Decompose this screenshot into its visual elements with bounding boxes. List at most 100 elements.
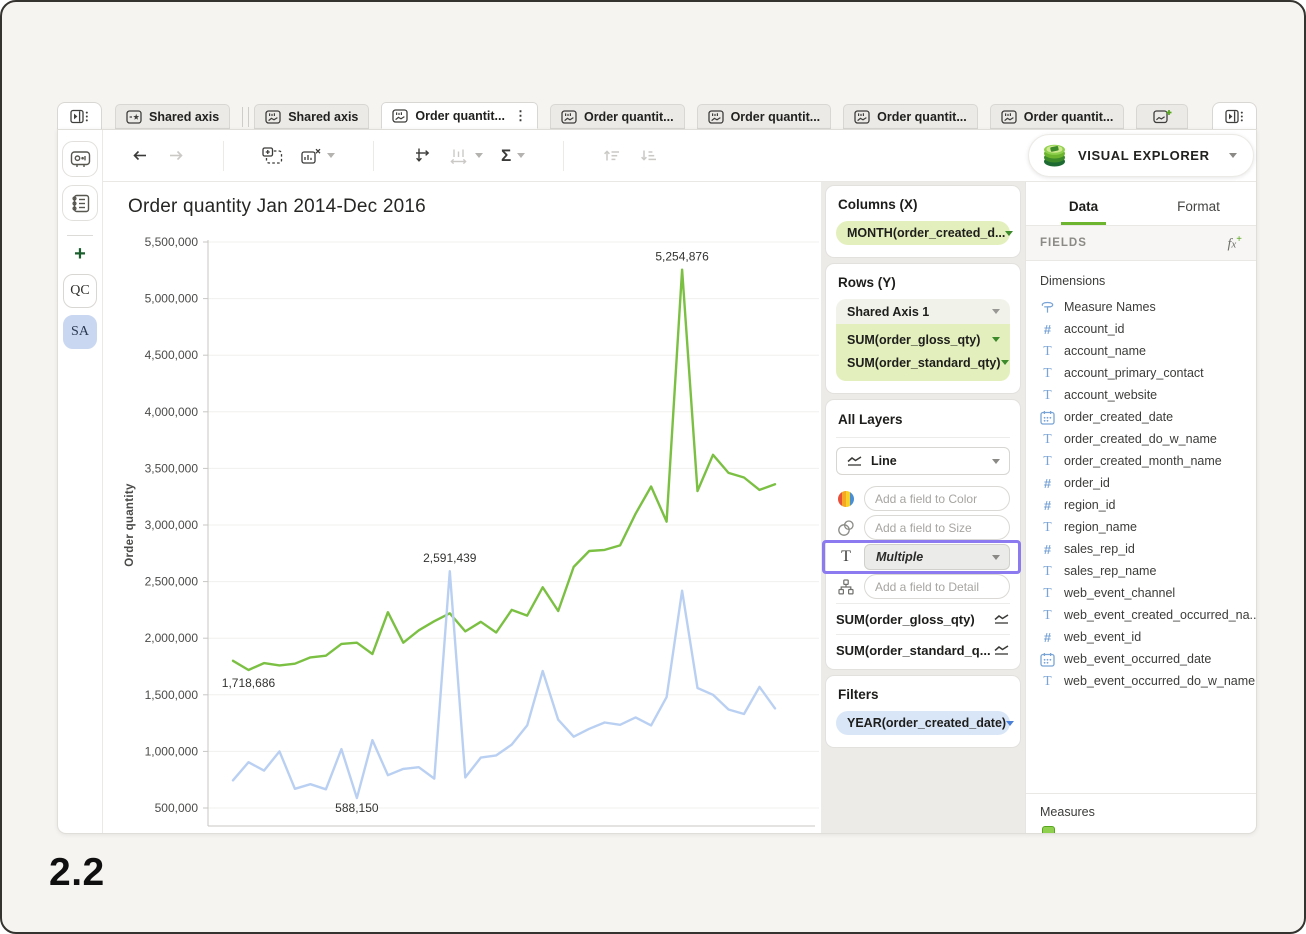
pill-label: SUM(order_gloss_qty) bbox=[847, 333, 980, 347]
add-calculated-field-button[interactable]: fx+ bbox=[1228, 234, 1242, 253]
chevron-down-icon bbox=[992, 555, 1000, 560]
chart-sheet-icon bbox=[1001, 110, 1017, 124]
svg-text:5,254,876: 5,254,876 bbox=[655, 250, 709, 264]
text-icon: T bbox=[1040, 563, 1055, 579]
add-button[interactable]: + bbox=[74, 244, 86, 264]
notebook-button[interactable] bbox=[62, 185, 98, 221]
layer-row-sum-order-standard-qty[interactable]: SUM(order_standard_q... bbox=[836, 634, 1010, 665]
svg-text:500,000: 500,000 bbox=[155, 801, 199, 815]
svg-text:2,591,439: 2,591,439 bbox=[423, 551, 477, 565]
number-icon: # bbox=[1040, 498, 1055, 513]
field-web-event-occurred-do-w-name[interactable]: Tweb_event_occurred_do_w_name bbox=[1040, 670, 1248, 692]
field-account-name[interactable]: Taccount_name bbox=[1040, 340, 1248, 362]
sheet-tab-order-quantit--3[interactable]: Order quantit... bbox=[550, 104, 685, 129]
field-account-website[interactable]: Taccount_website bbox=[1040, 384, 1248, 406]
display-icon bbox=[70, 150, 91, 169]
chevron-down-icon bbox=[1006, 721, 1014, 726]
filters-shelf: Filters YEAR(order_created_date) bbox=[826, 676, 1020, 747]
field-label: order_created_date bbox=[1064, 410, 1173, 424]
sheet-tab-label: Order quantit... bbox=[415, 109, 505, 123]
filter-pill-year-order-created-date[interactable]: YEAR(order_created_date) bbox=[836, 711, 1010, 735]
detail-drop-target[interactable]: Add a field to Detail bbox=[864, 574, 1010, 599]
line-mark-icon bbox=[846, 455, 863, 467]
back-arrow-button[interactable] bbox=[131, 148, 149, 163]
sigma-button[interactable]: Σ bbox=[501, 146, 525, 166]
avatar-sa[interactable]: SA bbox=[63, 315, 97, 349]
field-label: account_id bbox=[1064, 322, 1124, 336]
color-drop-target[interactable]: Add a field to Color bbox=[864, 486, 1010, 511]
sheet-tab-shared-axis-0[interactable]: Shared axis bbox=[115, 104, 230, 129]
sheet-tab-label: Order quantit... bbox=[731, 110, 821, 124]
svg-text:4,500,000: 4,500,000 bbox=[145, 348, 199, 362]
text-icon: T bbox=[1040, 343, 1055, 359]
collapse-panel-right-button[interactable] bbox=[1212, 102, 1257, 129]
shared-axis-pill[interactable]: Shared Axis 1 bbox=[836, 299, 1010, 324]
sheet-tab-order-quantit--6[interactable]: Order quantit... bbox=[990, 104, 1125, 129]
field-order-created-month-name[interactable]: Torder_created_month_name bbox=[1040, 450, 1248, 472]
field-label: Measure Names bbox=[1064, 300, 1156, 314]
avatar-qc[interactable]: QC bbox=[63, 274, 97, 308]
layer-row-sum-order-gloss-qty[interactable]: SUM(order_gloss_qty) bbox=[836, 603, 1010, 634]
tab-format[interactable]: Format bbox=[1141, 182, 1256, 225]
visual-explorer-logo-icon bbox=[1041, 142, 1068, 169]
mark-type-select[interactable]: Line bbox=[836, 447, 1010, 475]
sheet-tab-order-quantit--4[interactable]: Order quantit... bbox=[697, 104, 832, 129]
collapse-panel-left-button[interactable] bbox=[57, 102, 102, 129]
number-icon: # bbox=[1040, 476, 1055, 491]
field-sales-rep-id[interactable]: #sales_rep_id bbox=[1040, 538, 1248, 560]
measures-section: Measures bbox=[1026, 793, 1256, 833]
chart-canvas[interactable]: Order quantity Jan 2014-Dec 2016 Order q… bbox=[103, 182, 821, 833]
display-button[interactable] bbox=[62, 141, 98, 177]
rows-pill-sum-order-gloss-qty[interactable]: SUM(order_gloss_qty) bbox=[836, 328, 1010, 351]
field-account-id[interactable]: #account_id bbox=[1040, 318, 1248, 340]
tab-data[interactable]: Data bbox=[1026, 182, 1141, 225]
chevron-down-icon bbox=[992, 309, 1000, 314]
field-order-created-date[interactable]: order_created_date bbox=[1040, 406, 1248, 428]
rows-pill-sum-order-standard-qty[interactable]: SUM(order_standard_qty) bbox=[836, 351, 1010, 374]
field-web-event-occurred-date[interactable]: web_event_occurred_date bbox=[1040, 648, 1248, 670]
field-web-event-created-occurred-na[interactable]: Tweb_event_created_occurred_na... bbox=[1040, 604, 1248, 626]
sheet-tab-bar: Shared axisShared axisOrder quantit...⋮O… bbox=[57, 102, 1257, 129]
mark-type-value: Line bbox=[871, 454, 897, 468]
field-label: order_created_do_w_name bbox=[1064, 432, 1217, 446]
swap-axes-button[interactable] bbox=[412, 146, 431, 165]
sheet-tab-order-quantit--5[interactable]: Order quantit... bbox=[843, 104, 978, 129]
duplicate-button[interactable] bbox=[262, 147, 283, 164]
visual-explorer-menu-button[interactable]: VISUAL EXPLORER bbox=[1028, 134, 1254, 177]
label-select-multiple[interactable]: Multiple bbox=[864, 544, 1010, 570]
sheet-tab-shared-axis-1[interactable]: Shared axis bbox=[254, 104, 369, 129]
shared-axis-group: Shared Axis 1 SUM(order_gloss_qty) SUM(o… bbox=[836, 299, 1010, 381]
field-measure-names[interactable]: Measure Names bbox=[1040, 296, 1248, 318]
line-chart: 500,0001,000,0001,500,0002,000,0002,500,… bbox=[103, 182, 821, 836]
svg-text:1,000,000: 1,000,000 bbox=[145, 744, 199, 758]
field-web-event-channel[interactable]: Tweb_event_channel bbox=[1040, 582, 1248, 604]
field-order-id[interactable]: #order_id bbox=[1040, 472, 1248, 494]
text-icon: T bbox=[1040, 585, 1055, 601]
columns-pill-month-order-created-date[interactable]: MONTH(order_created_d... bbox=[836, 221, 1010, 245]
forward-arrow-icon bbox=[167, 148, 185, 163]
new-sheet-button[interactable] bbox=[1136, 104, 1188, 129]
field-sales-rep-name[interactable]: Tsales_rep_name bbox=[1040, 560, 1248, 582]
rows-shelf: Rows (Y) Shared Axis 1 SUM(order_gloss_q… bbox=[826, 264, 1020, 393]
field-region-name[interactable]: Tregion_name bbox=[1040, 516, 1248, 538]
columns-shelf: Columns (X) MONTH(order_created_d... bbox=[826, 186, 1020, 257]
clear-chart-button[interactable] bbox=[301, 148, 335, 164]
field-label: web_event_occurred_do_w_name bbox=[1064, 674, 1255, 688]
size-drop-target[interactable]: Add a field to Size bbox=[864, 515, 1010, 540]
svg-text:2,000,000: 2,000,000 bbox=[145, 631, 199, 645]
field-order-created-do-w-name[interactable]: Torder_created_do_w_name bbox=[1040, 428, 1248, 450]
sheet-tab-label: Order quantit... bbox=[1024, 110, 1114, 124]
field-account-primary-contact[interactable]: Taccount_primary_contact bbox=[1040, 362, 1248, 384]
svg-text:2,500,000: 2,500,000 bbox=[145, 575, 199, 589]
sheet-tab-order-quantit--2[interactable]: Order quantit... ⋮ bbox=[381, 102, 538, 129]
chart-sheet-icon bbox=[708, 110, 724, 124]
dimensions-label: Dimensions bbox=[1040, 274, 1248, 288]
text-icon: T bbox=[1040, 519, 1055, 535]
field-region-id[interactable]: #region_id bbox=[1040, 494, 1248, 516]
sheet-tab-label: Shared axis bbox=[149, 110, 219, 124]
sheet-tab-menu-icon[interactable]: ⋮ bbox=[514, 108, 527, 124]
svg-text:5,000,000: 5,000,000 bbox=[145, 292, 199, 306]
field-web-event-id[interactable]: #web_event_id bbox=[1040, 626, 1248, 648]
field-label: sales_rep_name bbox=[1064, 564, 1156, 578]
chart-sheet-icon bbox=[854, 110, 870, 124]
